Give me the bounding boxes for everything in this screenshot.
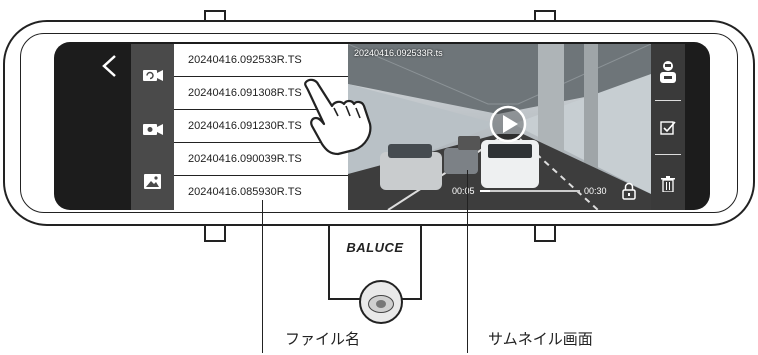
- video-camera-icon[interactable]: [142, 120, 164, 138]
- file-name: 20240416.091308R.TS: [188, 87, 302, 99]
- file-row[interactable]: 20240416.085930R.TS: [174, 176, 348, 209]
- file-name: 20240416.092533R.TS: [188, 54, 302, 66]
- lock-icon[interactable]: [621, 182, 637, 200]
- photo-icon[interactable]: [142, 173, 164, 191]
- bottom-clip-left: [204, 226, 226, 242]
- pointing-hand-icon: [298, 76, 378, 156]
- back-arrow-icon[interactable]: [98, 52, 122, 80]
- progress-fill: [480, 190, 490, 192]
- camera-lens-core: [376, 300, 386, 308]
- thumbnail-leader-line: [467, 170, 468, 353]
- rotating-camera-icon[interactable]: [142, 66, 164, 84]
- brand-logo: BALUCE: [346, 240, 404, 255]
- thumbnail-title: 20240416.092533R.ts: [354, 48, 443, 58]
- driver-icon[interactable]: [659, 60, 677, 86]
- filename-leader-line: [262, 200, 263, 353]
- time-start: 00:05: [452, 186, 475, 196]
- file-name: 20240416.090039R.TS: [188, 153, 302, 165]
- time-end: 00:30: [584, 186, 607, 196]
- file-name: 20240416.091230R.TS: [188, 120, 302, 132]
- checkbox-icon[interactable]: [660, 120, 676, 136]
- thumbnail-callout: サムネイル画面: [488, 331, 593, 348]
- progress-track[interactable]: [480, 190, 580, 192]
- file-name: 20240416.085930R.TS: [188, 186, 302, 198]
- file-row[interactable]: 20240416.092533R.TS: [174, 44, 348, 77]
- bottom-clip-right: [534, 226, 556, 242]
- divider: [655, 154, 681, 155]
- divider: [655, 100, 681, 101]
- filename-callout: ファイル名: [285, 331, 361, 348]
- action-icon-column: [651, 44, 685, 210]
- mode-icon-column: [131, 44, 174, 210]
- play-icon[interactable]: [488, 104, 528, 144]
- trash-icon[interactable]: [661, 176, 675, 193]
